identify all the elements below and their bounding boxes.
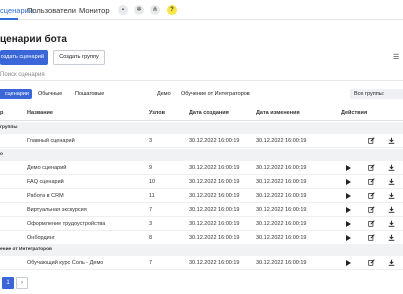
table-row[interactable]: Обучающий курс Соль - Демо 7 30.12.2022 …	[0, 256, 403, 270]
play-icon[interactable]	[346, 179, 351, 185]
row-nodes: 3	[149, 138, 153, 144]
next-page-button[interactable]: ›	[16, 277, 28, 289]
edit-icon[interactable]	[368, 178, 375, 185]
sitemap-icon[interactable]: ⋔	[150, 5, 160, 15]
col-modified[interactable]: Дата изменения	[256, 110, 300, 116]
col-nodes[interactable]: Узлов	[149, 110, 165, 116]
row-nodes: 8	[149, 235, 153, 241]
download-icon[interactable]	[388, 178, 395, 185]
edit-icon[interactable]	[368, 192, 375, 199]
row-name: FAQ сценарий	[27, 179, 64, 185]
edit-icon[interactable]	[368, 234, 375, 241]
row-modified: 30.12.2022 16:00:19	[256, 235, 307, 241]
groups-select[interactable]: Все группы:	[350, 89, 403, 99]
download-icon[interactable]	[388, 234, 395, 241]
row-modified: 30.12.2022 16:00:19	[256, 207, 307, 213]
row-name: Оформление трудоустройства	[27, 221, 106, 227]
row-name: Онбординг	[27, 235, 55, 241]
download-icon[interactable]	[388, 259, 395, 266]
filter-integrators[interactable]: Обучение от Интеграторов	[181, 89, 250, 99]
play-icon[interactable]	[346, 165, 351, 171]
row-modified: 30.12.2022 16:00:19	[256, 221, 307, 227]
table-row[interactable]: Главный сценарий 3 30.12.2022 16:00:19 3…	[0, 134, 403, 148]
tab-monitor[interactable]: Монитор	[79, 6, 110, 15]
edit-icon[interactable]	[368, 137, 375, 144]
top-nav: сценарии Пользователи Монитор ▪ ✲ ⋔ ?	[0, 0, 403, 20]
table-row[interactable]: FAQ сценарий 10 30.12.2022 16:00:19 30.1…	[0, 175, 403, 189]
table-row[interactable]: Демо сценарий 9 30.12.2022 16:00:19 30.1…	[0, 161, 403, 175]
edit-icon[interactable]	[368, 259, 375, 266]
row-nodes: 7	[149, 260, 153, 266]
row-modified: 30.12.2022 16:00:19	[256, 260, 307, 266]
group-header: группы	[0, 122, 403, 134]
row-modified: 30.12.2022 16:00:19	[256, 138, 307, 144]
play-icon[interactable]	[346, 221, 351, 227]
edit-icon[interactable]	[368, 164, 375, 171]
row-nodes: 11	[149, 193, 155, 199]
play-icon[interactable]	[346, 260, 351, 266]
table-header: р Название Узлов Дата создания Дата изме…	[0, 107, 403, 121]
row-nodes: 9	[149, 165, 153, 171]
col-created[interactable]: Дата создания	[189, 110, 229, 116]
row-name: Демо сценарий	[27, 165, 67, 171]
create-scenario-button[interactable]: оздать сценарий	[0, 50, 48, 65]
row-name: Обучающий курс Соль - Демо	[27, 260, 104, 266]
download-icon[interactable]	[388, 220, 395, 227]
row-modified: 30.12.2022 16:00:19	[256, 179, 307, 185]
group-header: ение от Интеграторов	[0, 244, 403, 256]
play-icon[interactable]	[346, 207, 351, 213]
col-name[interactable]: Название	[27, 110, 53, 116]
edit-icon[interactable]	[368, 206, 375, 213]
row-created: 30.12.2022 16:00:19	[189, 207, 240, 213]
menu-icon[interactable]: ☰	[393, 51, 403, 64]
download-icon[interactable]	[388, 164, 395, 171]
row-nodes: 7	[149, 207, 153, 213]
filter-demo[interactable]: Демо	[157, 89, 171, 99]
row-created: 30.12.2022 16:00:19	[189, 165, 240, 171]
row-name: Главный сценарий	[27, 138, 75, 144]
active-tab-underline	[0, 18, 18, 20]
group-label: ение от Интеграторов	[0, 247, 52, 252]
table-row[interactable]: Виртуальная экскурсия 7 30.12.2022 16:00…	[0, 203, 403, 217]
group-header: о	[0, 149, 403, 161]
filter-regular[interactable]: Обычные	[38, 89, 62, 99]
row-created: 30.12.2022 16:00:19	[189, 260, 240, 266]
row-modified: 30.12.2022 16:00:19	[256, 193, 307, 199]
col-actions: Действия	[341, 110, 368, 116]
row-name: Работа в CRM	[27, 193, 64, 199]
help-icon[interactable]: ?	[167, 5, 177, 15]
filter-stepwise[interactable]: Пошаговые	[75, 89, 104, 99]
search-input[interactable]: Поиск сценария	[0, 69, 403, 81]
row-created: 30.12.2022 16:00:19	[189, 193, 240, 199]
group-label: о	[0, 152, 3, 157]
tab-users[interactable]: Пользователи	[27, 6, 76, 15]
col-id[interactable]: р	[0, 110, 3, 116]
row-nodes: 10	[149, 179, 156, 185]
play-icon[interactable]	[346, 235, 351, 241]
row-created: 30.12.2022 16:00:19	[189, 221, 240, 227]
row-created: 30.12.2022 16:00:19	[189, 138, 240, 144]
row-created: 30.12.2022 16:00:19	[189, 179, 240, 185]
page-title: ценарии бота	[0, 34, 67, 45]
table-row[interactable]: Онбординг 8 30.12.2022 16:00:19 30.12.20…	[0, 231, 403, 245]
row-created: 30.12.2022 16:00:19	[189, 235, 240, 241]
edit-icon[interactable]	[368, 220, 375, 227]
table-row[interactable]: Оформление трудоустройства 3 30.12.2022 …	[0, 217, 403, 231]
create-group-button[interactable]: Создать группу	[53, 50, 105, 65]
play-icon[interactable]	[346, 193, 351, 199]
download-icon[interactable]	[388, 206, 395, 213]
row-nodes: 3	[149, 221, 153, 227]
row-modified: 30.12.2022 16:00:19	[256, 165, 307, 171]
chat-icon[interactable]: ▪	[118, 5, 128, 15]
table-row[interactable]: Работа в CRM 11 30.12.2022 16:00:19 30.1…	[0, 189, 403, 203]
group-label: группы	[0, 125, 18, 130]
download-icon[interactable]	[388, 137, 395, 144]
page-1-button[interactable]: 1	[2, 277, 14, 289]
gear-icon[interactable]: ✲	[134, 5, 144, 15]
filter-all[interactable]: сценарии	[0, 89, 32, 99]
download-icon[interactable]	[388, 192, 395, 199]
row-name: Виртуальная экскурсия	[27, 207, 87, 213]
